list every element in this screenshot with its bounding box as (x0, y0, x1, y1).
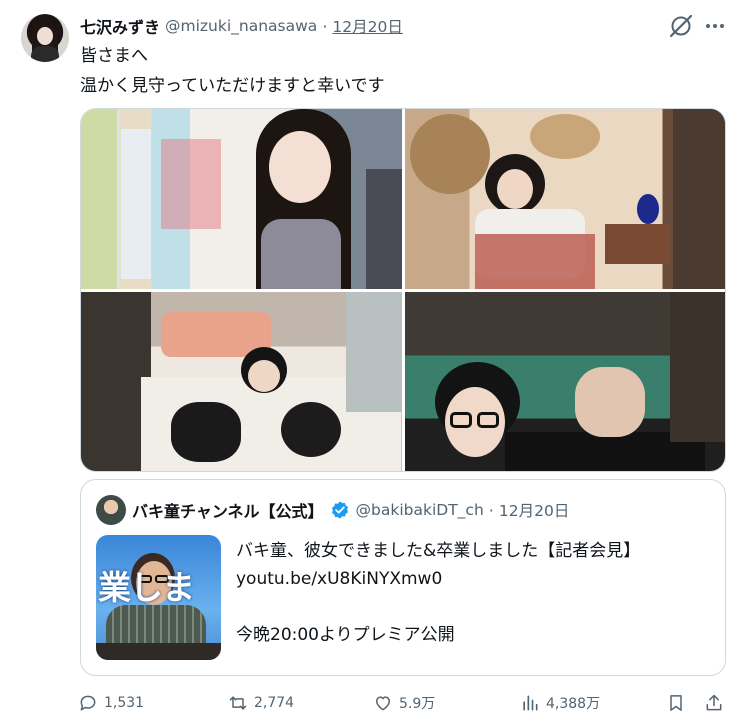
quoted-tweet-text: バキ童、彼女できました&卒業しました【記者会見】 youtu.be/xU8KiN… (236, 541, 641, 645)
quoted-thumbnail[interactable]: 業しま (96, 535, 221, 660)
avatar-body (31, 46, 59, 62)
repost-button[interactable]: 2,774 (228, 690, 294, 716)
avatar-face (37, 27, 53, 45)
quoted-handle[interactable]: @bakibakiDT_ch (356, 501, 484, 519)
author-display-name[interactable]: 七沢みずき (80, 14, 160, 38)
repost-count: 2,774 (254, 695, 295, 711)
reply-icon (80, 695, 96, 711)
quoted-author-avatar[interactable] (96, 495, 126, 525)
heart-icon (376, 696, 390, 711)
thumbnail-caption: 業しま (98, 568, 195, 607)
quoted-separator: · (488, 500, 494, 520)
photo-4[interactable] (405, 292, 725, 471)
views-count: 4,388万 (546, 696, 601, 712)
quoted-tweet-header: バキ童チャンネル【公式】 @bakibakiDT_ch · 12月20日 (132, 495, 569, 525)
bookmark-button[interactable] (666, 690, 686, 716)
quoted-display-name[interactable]: バキ童チャンネル【公式】 (132, 498, 324, 522)
verified-badge-icon (331, 501, 348, 519)
share-icon (706, 694, 722, 711)
like-button[interactable]: 5.9万 (373, 690, 435, 716)
media-grid (80, 108, 726, 472)
photo-2[interactable] (405, 109, 725, 289)
tweet-text: 皆さまへ 温かく見守っていただけますと幸いです (80, 46, 385, 96)
reply-count: 1,531 (104, 695, 145, 711)
quoted-date[interactable]: 12月20日 (499, 499, 569, 521)
like-count: 5.9万 (399, 696, 436, 712)
photo-1[interactable] (81, 109, 402, 289)
more-icon[interactable] (704, 14, 726, 38)
repost-icon (229, 696, 247, 710)
tweet-header: 七沢みずき @mizuki_nanasawa · 12月20日 (80, 14, 403, 38)
action-bar: 1,531 2,774 5.9万 4,388万 (78, 690, 726, 716)
author-avatar[interactable] (21, 14, 69, 62)
header-separator: · (322, 16, 328, 36)
views-button[interactable]: 4,388万 (520, 690, 600, 716)
grok-icon[interactable] (668, 13, 694, 39)
share-button[interactable] (704, 690, 724, 716)
bookmark-icon (670, 695, 682, 711)
views-chart-icon (523, 695, 538, 711)
author-handle[interactable]: @mizuki_nanasawa (165, 17, 317, 35)
quoted-tweet[interactable]: バキ童チャンネル【公式】 @bakibakiDT_ch · 12月20日 業しま… (80, 479, 726, 676)
tweet-date[interactable]: 12月20日 (332, 15, 402, 37)
photo-3[interactable] (81, 292, 402, 471)
reply-button[interactable]: 1,531 (78, 690, 144, 716)
